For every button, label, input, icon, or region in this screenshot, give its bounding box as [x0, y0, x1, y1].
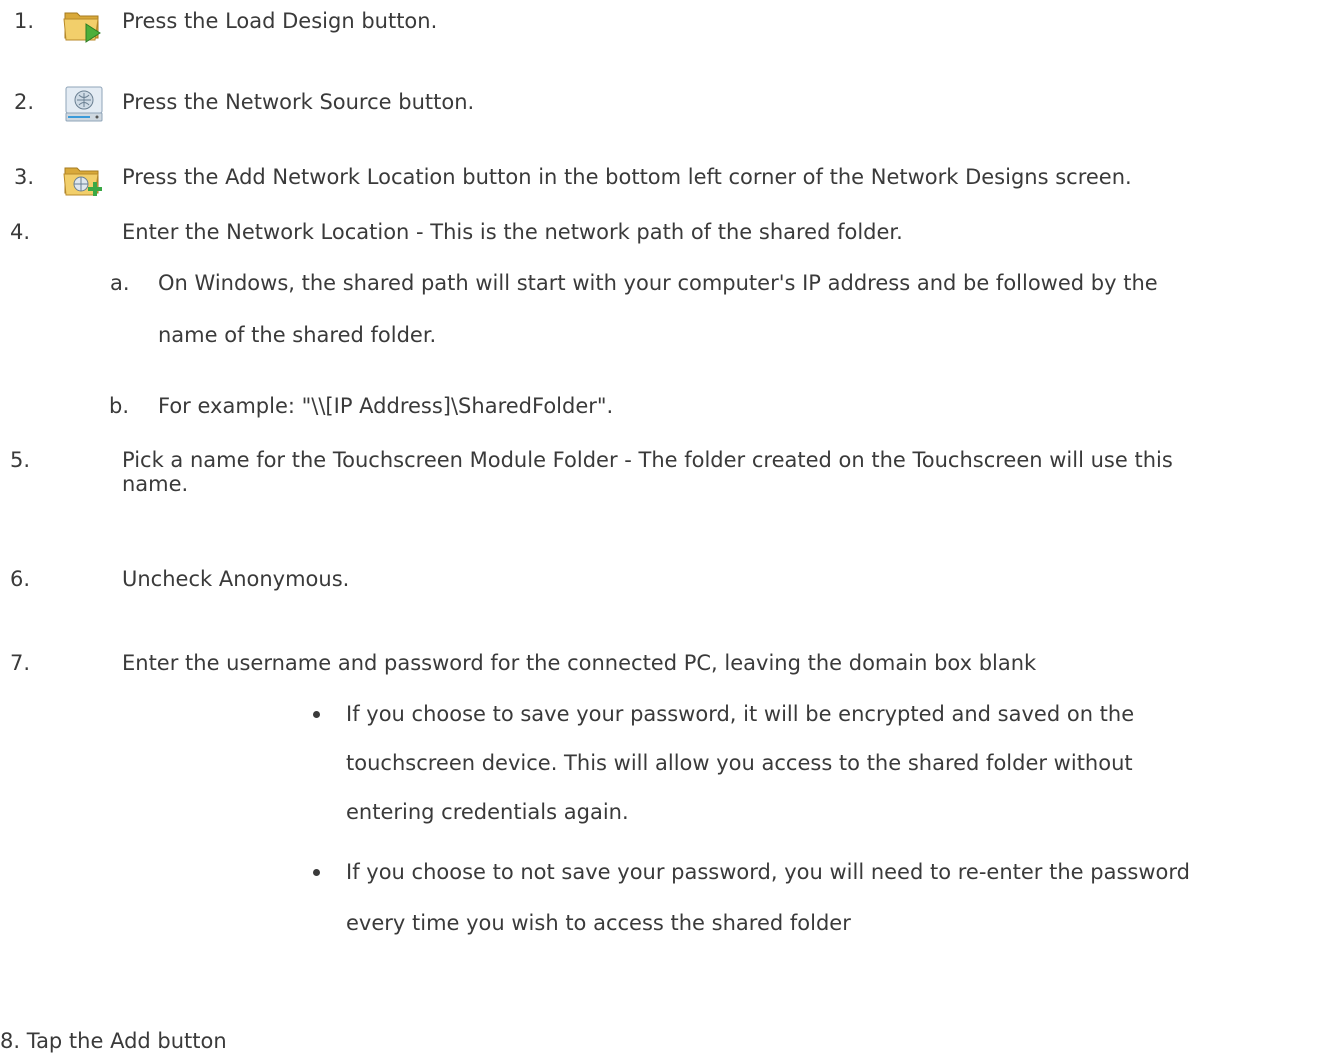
- bullet-text: every time you wish to access the shared…: [346, 911, 851, 935]
- bullet-dot: [313, 869, 320, 876]
- bullet-text: If you choose to save your password, it …: [346, 702, 1135, 726]
- step-text: Press the Network Source button.: [122, 90, 475, 114]
- step-text: name.: [122, 472, 189, 496]
- step-text: Press the Load Design button.: [122, 9, 438, 33]
- step-text: Uncheck Anonymous.: [122, 567, 350, 591]
- bullet-text: If you choose to not save your password,…: [346, 860, 1190, 884]
- step-text: Enter the username and password for the …: [122, 651, 1037, 675]
- substep-label: b.: [109, 394, 130, 418]
- substep-label: a.: [110, 271, 130, 295]
- add-network-location-folder-icon: [62, 160, 106, 206]
- load-design-folder-icon: [62, 4, 104, 48]
- step-text: 8. Tap the Add button: [0, 1029, 227, 1053]
- step-number: 2.: [14, 90, 35, 114]
- step-number: 7.: [10, 651, 31, 675]
- step-number: 6.: [10, 567, 31, 591]
- step-number: 3.: [14, 165, 35, 189]
- step-text: Pick a name for the Touchscreen Module F…: [122, 448, 1173, 472]
- step-number: 5.: [10, 448, 31, 472]
- bullet-text: touchscreen device. This will allow you …: [346, 751, 1133, 775]
- substep-text: On Windows, the shared path will start w…: [158, 271, 1158, 295]
- network-source-drive-icon: [64, 83, 106, 129]
- step-text: Press the Add Network Location button in…: [122, 165, 1132, 189]
- step-number: 1.: [14, 9, 35, 33]
- bullet-dot: [313, 711, 320, 718]
- step-text: Enter the Network Location - This is the…: [122, 220, 903, 244]
- step-number: 4.: [10, 220, 31, 244]
- substep-text: name of the shared folder.: [158, 323, 437, 347]
- bullet-text: entering credentials again.: [346, 800, 629, 824]
- substep-text: For example: "\\[IP Address]\SharedFolde…: [158, 394, 614, 418]
